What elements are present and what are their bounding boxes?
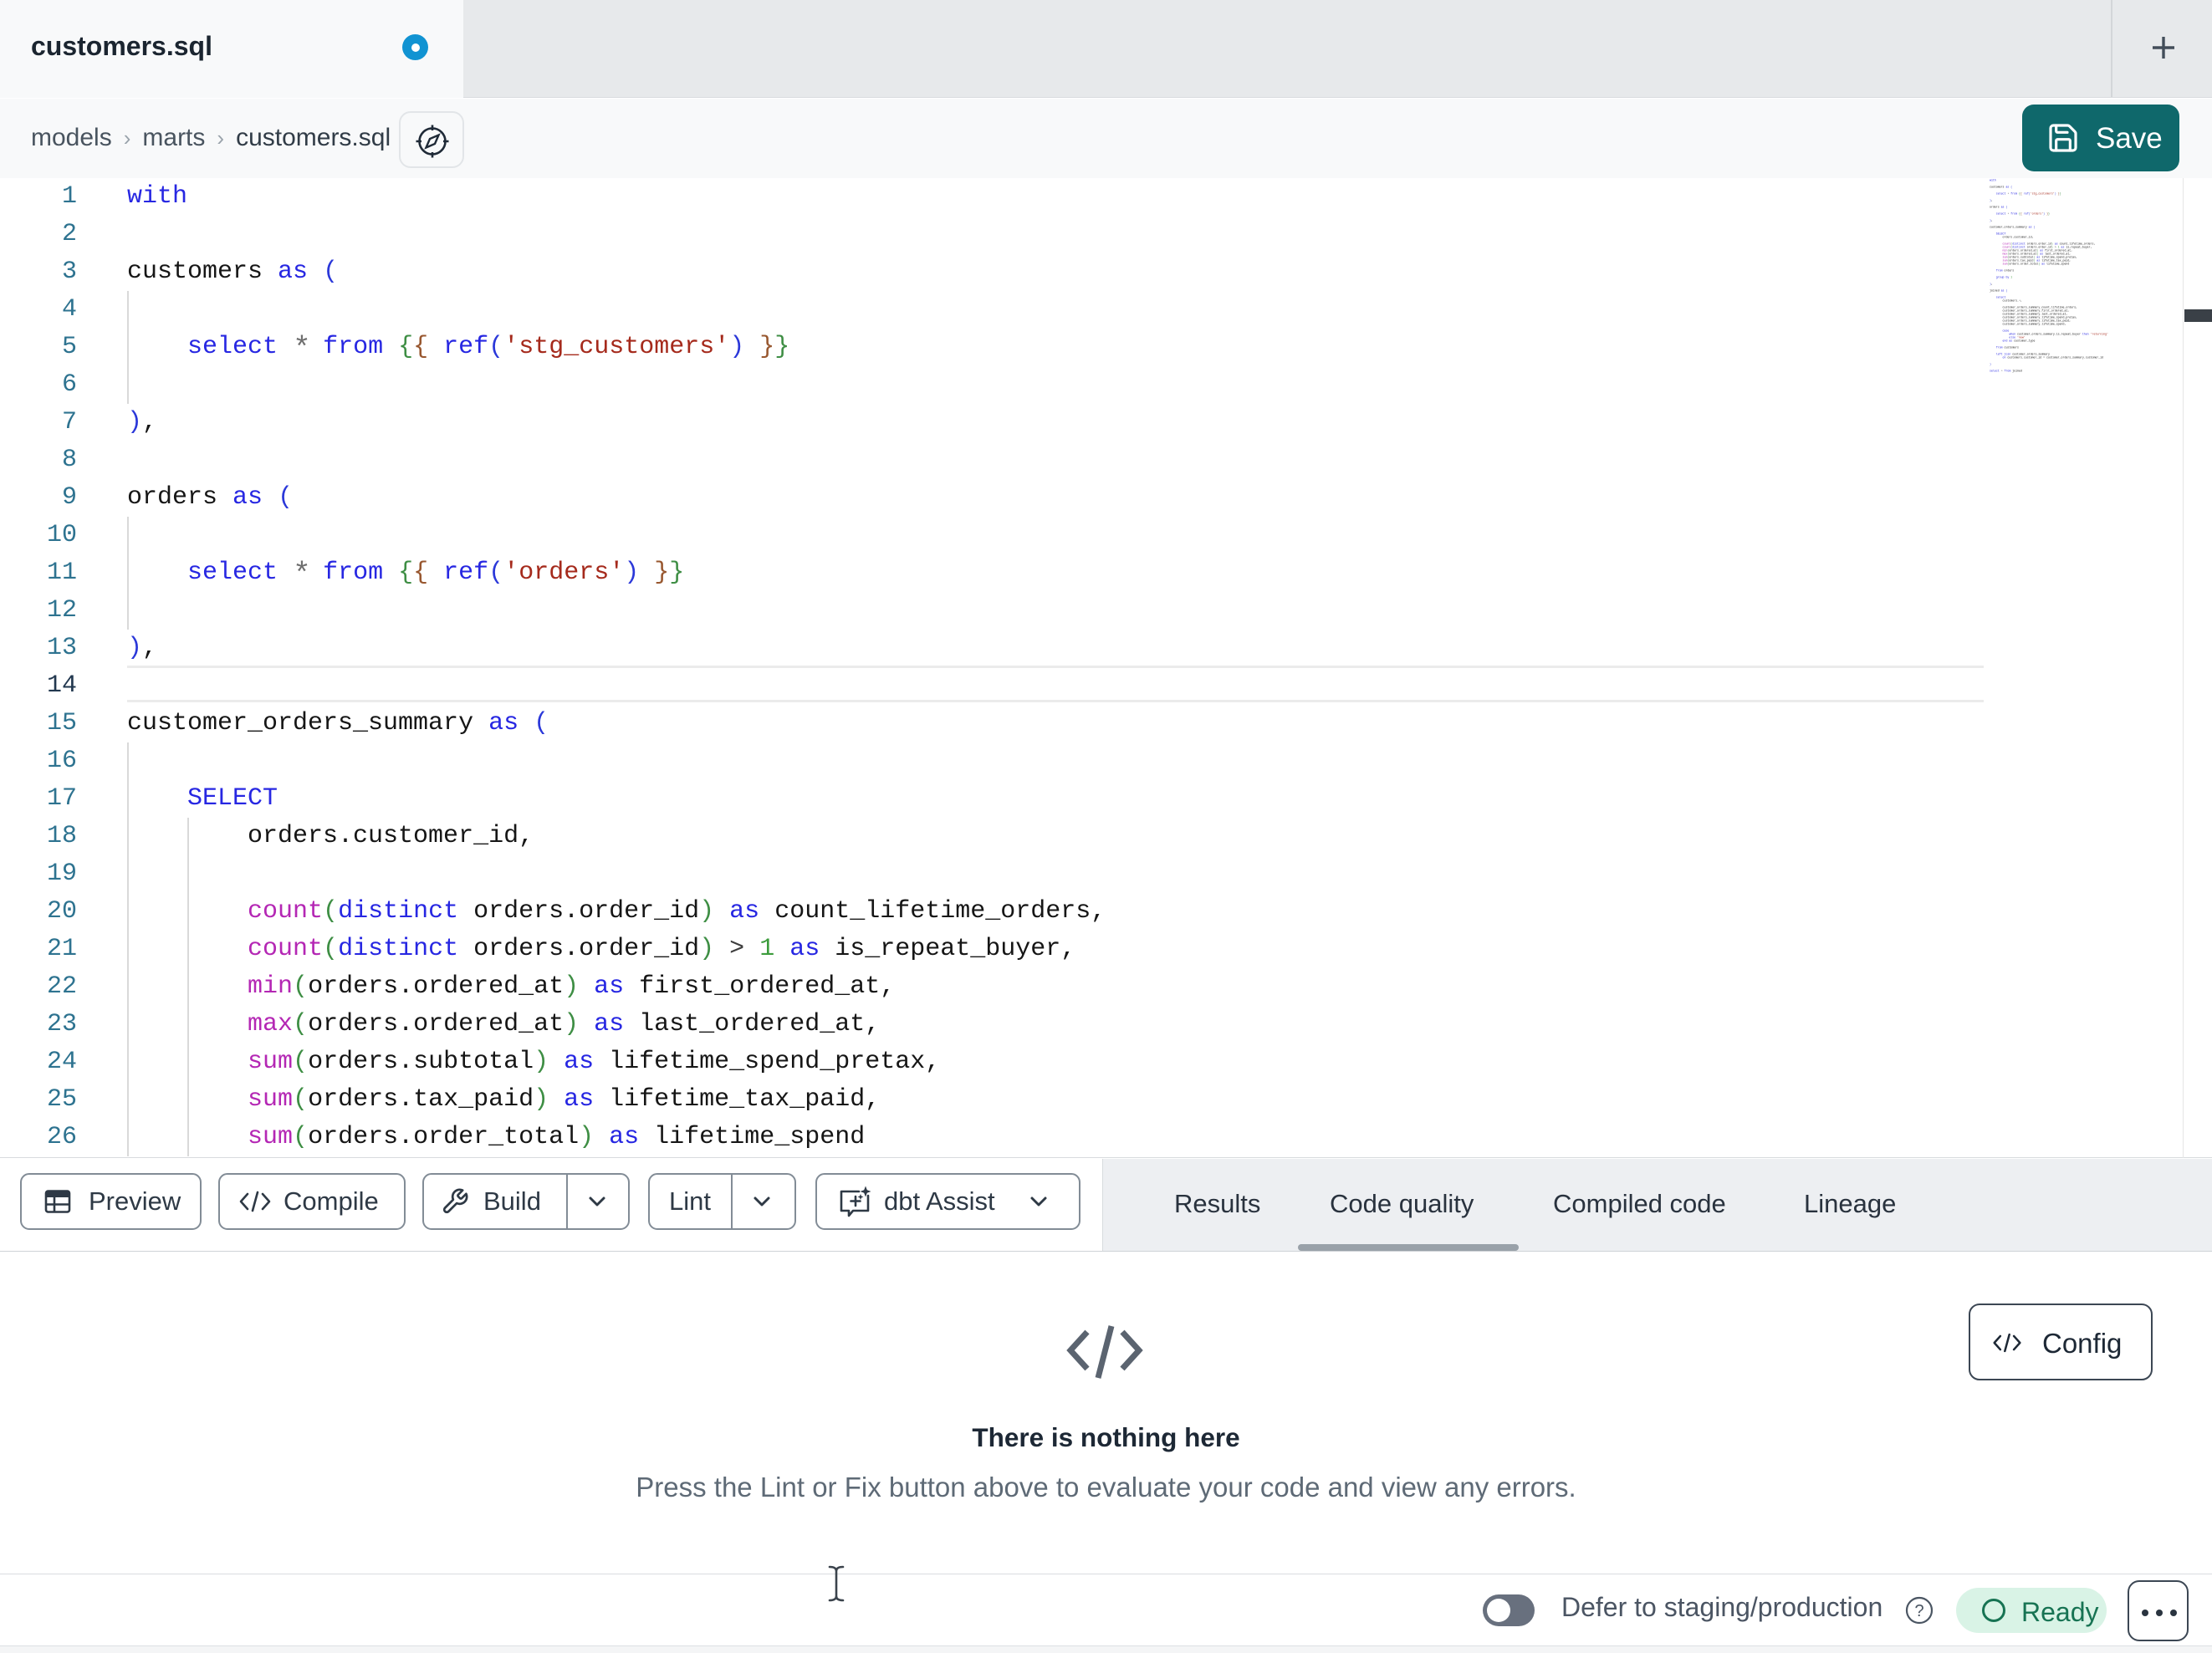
svg-text:?: ? xyxy=(1914,1602,1923,1620)
